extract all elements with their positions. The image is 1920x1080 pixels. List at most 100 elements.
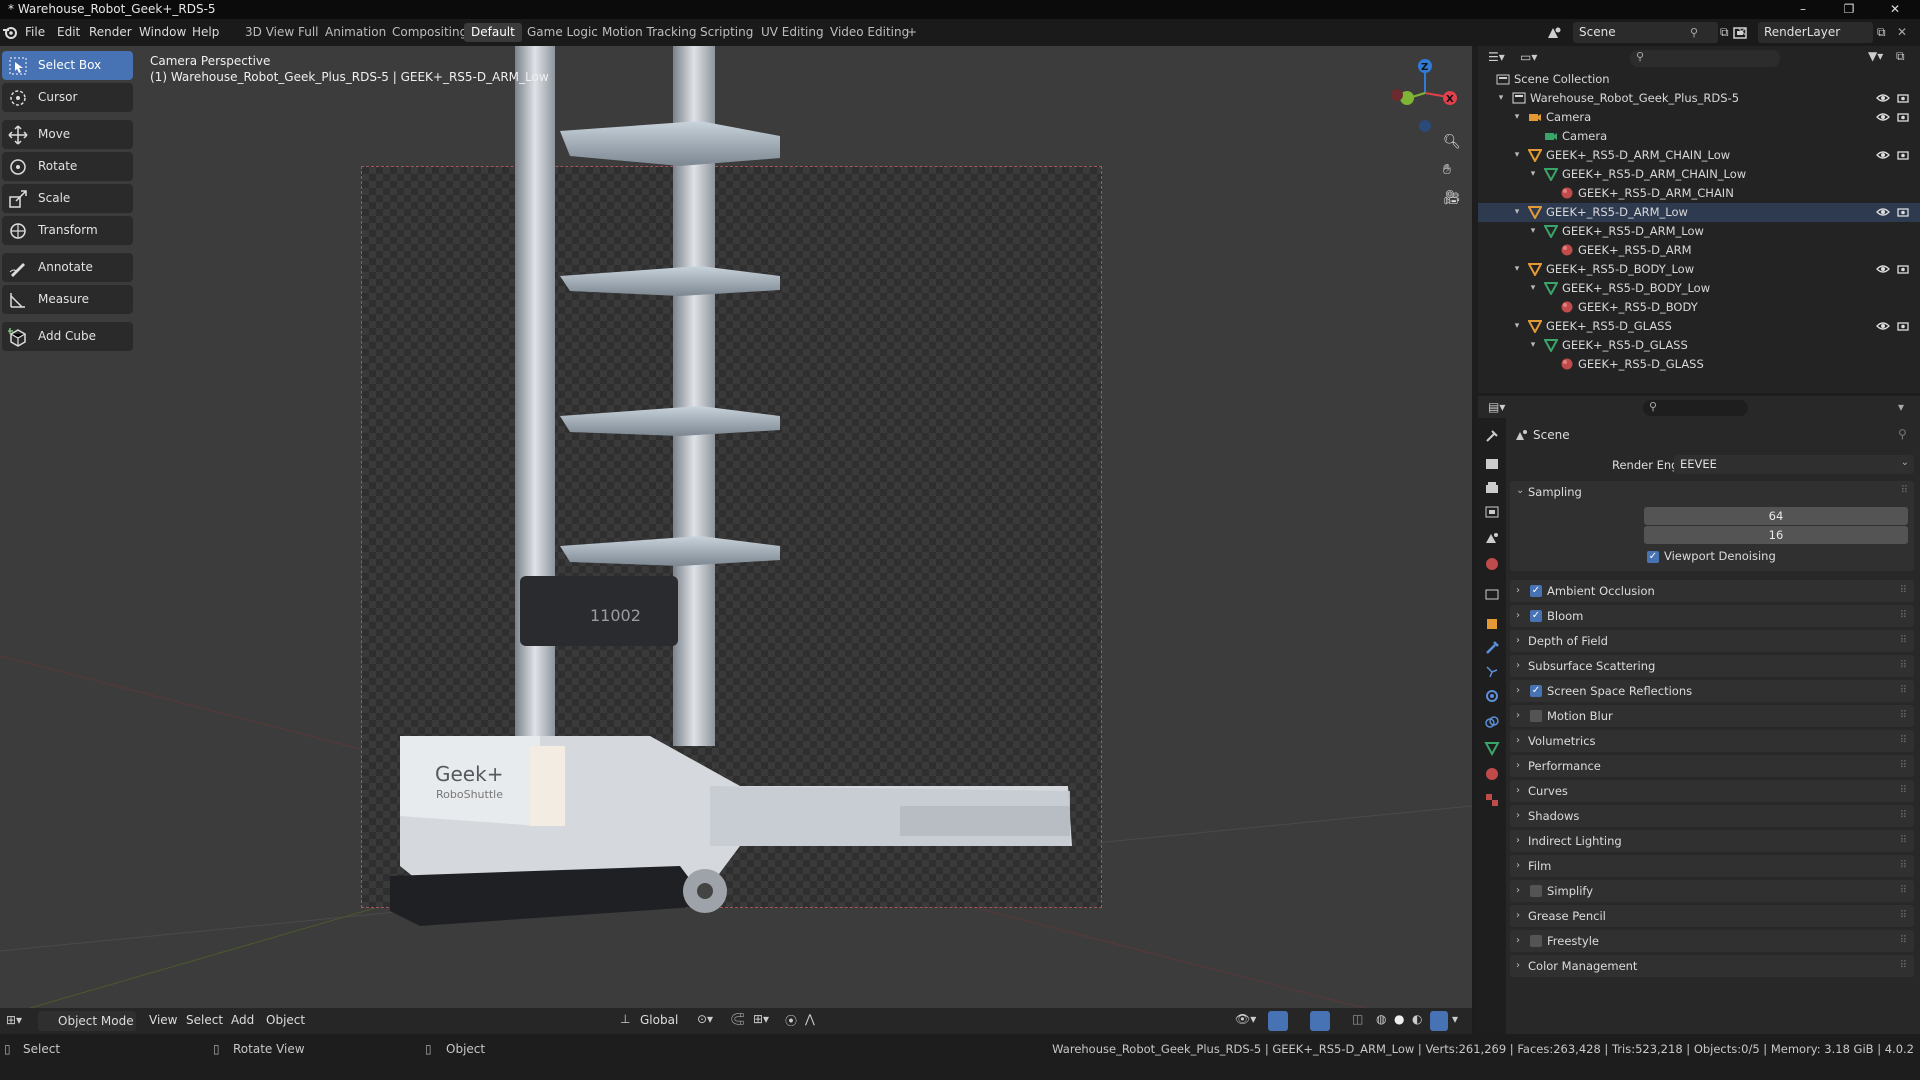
panel-enable-checkbox[interactable] — [1530, 935, 1542, 947]
tool-rotate[interactable]: Rotate — [2, 152, 133, 181]
filter-icon[interactable]: ▼▾ — [1868, 49, 1883, 63]
robot-model[interactable]: 11002 Geek+ RoboShuttle — [380, 46, 1100, 926]
drag-handle-icon[interactable]: ⠿ — [1900, 830, 1908, 852]
outliner-row[interactable]: ▾ Warehouse_Robot_Geek_Plus_RDS-5 — [1478, 89, 1920, 108]
drag-handle-icon[interactable]: ⠿ — [1900, 730, 1908, 752]
panel-header[interactable]: › ✓ Ambient Occlusion ⠿ — [1510, 580, 1914, 602]
material-tab-icon[interactable] — [1484, 766, 1500, 782]
shading-options-icon[interactable]: ▾ — [1452, 1012, 1458, 1026]
disclosure-arrow-icon[interactable]: ▾ — [1512, 317, 1522, 336]
chevron-right-icon[interactable]: › — [1516, 655, 1520, 677]
menu-view[interactable]: View — [149, 1013, 177, 1027]
disclosure-arrow-icon[interactable]: ▾ — [1512, 108, 1522, 127]
outliner-row[interactable]: ▾ GEEK+_RS5-D_BODY_Low — [1478, 279, 1920, 298]
drag-handle-icon[interactable]: ⠿ — [1900, 880, 1908, 902]
disclosure-arrow-icon[interactable]: ▾ — [1528, 165, 1538, 184]
outliner-row[interactable]: ▾ GEEK+_RS5-D_BODY_Low — [1478, 260, 1920, 279]
output-tab-icon[interactable] — [1484, 480, 1500, 496]
constraints-tab-icon[interactable] — [1484, 714, 1500, 730]
drag-handle-icon[interactable]: ⠿ — [1900, 855, 1908, 877]
viewport-denoising-checkbox[interactable]: ✓ — [1647, 551, 1659, 563]
physics-tab-icon[interactable] — [1484, 688, 1500, 704]
tool-move[interactable]: Move — [2, 120, 133, 149]
data-tab-icon[interactable] — [1484, 740, 1500, 756]
panel-header[interactable]: › Color Management ⠿ — [1510, 955, 1914, 977]
zoom-icon[interactable]: 🔍︎ — [1443, 134, 1461, 150]
panel-enable-checkbox[interactable]: ✓ — [1530, 585, 1542, 597]
menu-window[interactable]: Window — [139, 25, 186, 39]
tab-3d-view-full[interactable]: 3D View Full — [238, 23, 326, 42]
outliner-row[interactable]: ▾ Camera — [1478, 108, 1920, 127]
menu-add[interactable]: Add — [231, 1013, 254, 1027]
maximize-button[interactable]: ❐ — [1826, 0, 1872, 19]
drag-handle-icon[interactable]: ⠿ — [1900, 630, 1908, 652]
panel-header[interactable]: › Freestyle ⠿ — [1510, 930, 1914, 952]
pin-icon[interactable]: ⚲ — [1898, 427, 1907, 441]
tool-tab-icon[interactable] — [1484, 428, 1500, 444]
close-button[interactable]: ✕ — [1872, 0, 1918, 19]
render-camera-icon[interactable] — [1896, 205, 1910, 219]
visibility-eye-icon[interactable] — [1876, 319, 1890, 333]
render-camera-icon[interactable] — [1896, 262, 1910, 276]
viewport-samples-field[interactable]: 16 — [1644, 526, 1908, 544]
tab-scripting[interactable]: Scripting — [693, 23, 760, 42]
chevron-right-icon[interactable]: › — [1516, 755, 1520, 777]
minimize-button[interactable]: – — [1780, 0, 1826, 19]
panel-header[interactable]: › Grease Pencil ⠿ — [1510, 905, 1914, 927]
render-camera-icon[interactable] — [1896, 110, 1910, 124]
chevron-down-icon[interactable]: ⌄ — [1516, 485, 1524, 496]
tool-select-box[interactable]: Select Box — [2, 51, 133, 80]
view-layer-tab-icon[interactable] — [1484, 504, 1500, 520]
menu-object[interactable]: Object — [266, 1013, 305, 1027]
menu-select[interactable]: Select — [186, 1013, 223, 1027]
drag-handle-icon[interactable]: ⠿ — [1900, 680, 1908, 702]
rendered-shading-button[interactable] — [1430, 1011, 1448, 1031]
properties-editor[interactable]: ▤▾ ⚲ ▾ Scene ⚲ Render Engine EEVEE ⌄ ⌄ S… — [1478, 396, 1920, 1034]
outliner-search-input[interactable]: ⚲ — [1630, 50, 1780, 67]
visibility-icon[interactable]: 👁︎▾ — [1235, 1012, 1256, 1026]
particles-tab-icon[interactable] — [1484, 664, 1500, 680]
menu-render[interactable]: Render — [89, 25, 132, 39]
view-layer-selector[interactable]: RenderLayer — [1758, 22, 1873, 43]
new-view-layer-icon[interactable]: ⧉ — [1877, 25, 1886, 40]
tab-default[interactable]: Default — [464, 23, 522, 42]
delete-view-layer-icon[interactable]: ✕ — [1897, 25, 1907, 39]
chevron-right-icon[interactable]: › — [1516, 930, 1520, 952]
drag-handle-icon[interactable]: ⠿ — [1900, 780, 1908, 802]
outliner-row[interactable]: ▾ GEEK+_RS5-D_GLASS — [1478, 336, 1920, 355]
chevron-right-icon[interactable]: › — [1516, 630, 1520, 652]
visibility-eye-icon[interactable] — [1876, 262, 1890, 276]
disclosure-arrow-icon[interactable]: ▾ — [1528, 279, 1538, 298]
chevron-right-icon[interactable]: › — [1516, 855, 1520, 877]
blender-logo-icon[interactable] — [2, 24, 18, 40]
visibility-eye-icon[interactable] — [1876, 91, 1890, 105]
menu-help[interactable]: Help — [192, 25, 219, 39]
pivot-point-icon[interactable]: ⊙▾ — [697, 1012, 713, 1026]
chevron-right-icon[interactable]: › — [1516, 730, 1520, 752]
tool-measure[interactable]: Measure — [2, 285, 133, 314]
outliner-editor-type-icon[interactable]: ☰▾ — [1488, 50, 1505, 64]
chevron-right-icon[interactable]: › — [1516, 605, 1520, 627]
panel-header[interactable]: › Shadows ⠿ — [1510, 805, 1914, 827]
drag-handle-icon[interactable]: ⠿ — [1900, 905, 1908, 927]
render-camera-icon[interactable] — [1896, 91, 1910, 105]
navigation-gizmo[interactable]: Z X — [1385, 51, 1460, 141]
chevron-right-icon[interactable]: › — [1516, 805, 1520, 827]
outliner-row[interactable]: ▾ GEEK+_RS5-D_ARM_CHAIN_Low — [1478, 165, 1920, 184]
collection-tab-icon[interactable] — [1484, 586, 1500, 602]
outliner-row[interactable]: GEEK+_RS5-D_BODY — [1478, 298, 1920, 317]
mode-selector[interactable]: Object Mode — [38, 1011, 136, 1031]
outliner-row[interactable]: Camera — [1478, 127, 1920, 146]
sampling-title[interactable]: Sampling — [1528, 485, 1582, 499]
panel-enable-checkbox[interactable] — [1530, 710, 1542, 722]
render-camera-icon[interactable] — [1896, 319, 1910, 333]
object-tab-icon[interactable] — [1484, 616, 1500, 632]
overlays-toggle-button[interactable] — [1310, 1011, 1330, 1031]
falloff-icon[interactable]: ⋀ — [805, 1012, 815, 1026]
tab-uv-editing[interactable]: UV Editing — [754, 23, 831, 42]
chevron-right-icon[interactable]: › — [1516, 905, 1520, 927]
panel-header[interactable]: › Film ⠿ — [1510, 855, 1914, 877]
drag-handle-icon[interactable]: ⠿ — [1901, 485, 1908, 496]
chevron-right-icon[interactable]: › — [1516, 955, 1520, 977]
drag-handle-icon[interactable]: ⠿ — [1900, 605, 1908, 627]
